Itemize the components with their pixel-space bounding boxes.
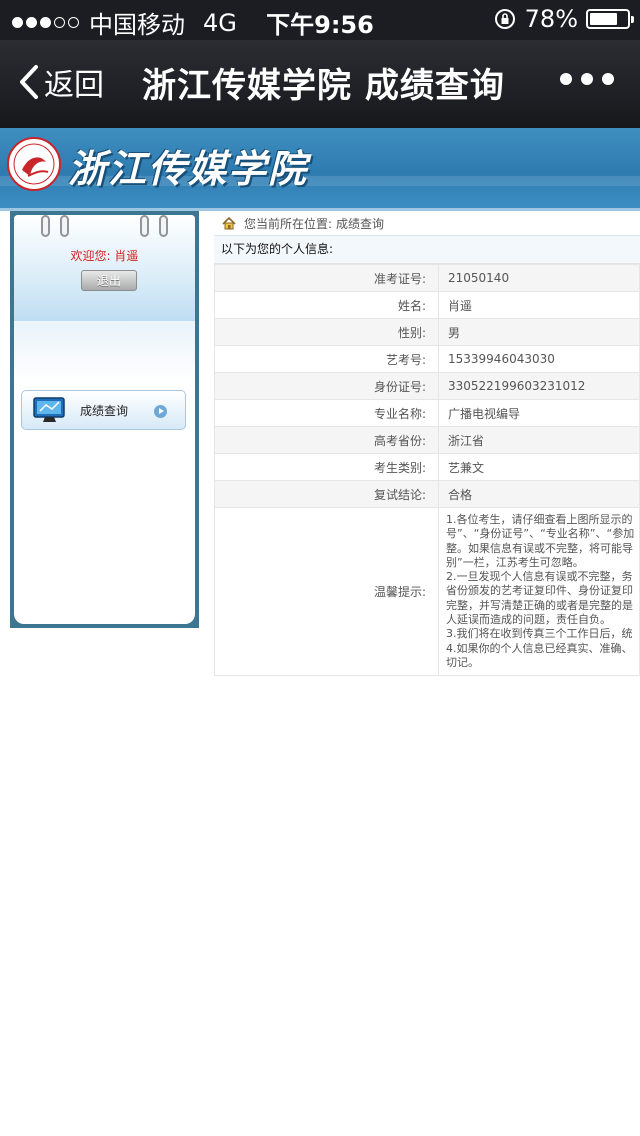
row-label: 专业名称: [214, 399, 439, 427]
welcome-label: 欢迎您: [70, 249, 111, 263]
sidebar: 欢迎您: 肖遥 退出 成绩查询 [10, 211, 199, 628]
notice-line: 别”一栏，江苏考生可忽略。 [446, 555, 584, 569]
school-banner: 浙江传媒学院 [0, 128, 640, 211]
binder-ring-icon [159, 215, 168, 237]
notice-line: 号”、“身份证号”、“专业名称”、“参加 [446, 527, 635, 541]
binder-ring-icon [140, 215, 149, 237]
binder-ring-icon [41, 215, 50, 237]
row-value: 男 [438, 318, 640, 346]
more-dots-icon[interactable] [560, 73, 614, 85]
row-value: 浙江省 [438, 426, 640, 454]
notice-line: 人延误而造成的问题，责任自负。 [446, 613, 611, 627]
status-bar: 中国移动 4G 下午9:56 78% [0, 0, 640, 40]
table-row: 姓名: 肖遥 [214, 291, 640, 319]
notice-line: 4.如果你的个人信息已经真实、准确、 [446, 641, 633, 655]
back-label: 返回 [44, 68, 104, 103]
table-row: 准考证号: 21050140 [214, 264, 640, 292]
table-row: 考生类别: 艺兼文 [214, 453, 640, 481]
notice-line: 省份颁发的艺考证复印件、身份证复印 [446, 584, 633, 598]
arrow-right-icon [154, 405, 167, 418]
row-label: 准考证号: [214, 264, 439, 292]
section-title: 以下为您的个人信息: [214, 235, 640, 264]
notice-line: 3.我们将在收到传真三个工作日后，统 [446, 627, 633, 641]
sidebar-inner: 欢迎您: 肖遥 退出 成绩查询 [14, 215, 195, 624]
user-name: 肖遥 [114, 249, 139, 263]
breadcrumb-current: 成绩查询 [336, 216, 385, 231]
chevron-left-icon [20, 65, 38, 99]
personal-info-table: 准考证号: 21050140 姓名: 肖遥 性别: 男 艺考号: 15339946043… [214, 264, 640, 677]
table-row: 性别: 男 [214, 318, 640, 346]
row-value: 330522199603231012 [438, 372, 640, 400]
binder-ring-icon [60, 215, 69, 237]
notice-text: 1.各位考生，请仔细查看上图所显示的 号”、“身份证号”、“专业名称”、“参加 … [438, 506, 640, 677]
nav-bar: 返回 浙江传媒学院 成绩查询 [0, 40, 640, 128]
notice-row: 温馨提示: 1.各位考生，请仔细查看上图所显示的 号”、“身份证号”、“专业名称… [214, 506, 640, 677]
monitor-icon [33, 397, 65, 422]
rotation-lock-icon [494, 9, 515, 29]
row-value: 艺兼文 [438, 453, 640, 481]
row-label: 复试结论: [214, 480, 439, 508]
row-value: 广播电视编导 [438, 399, 640, 427]
row-label: 艺考号: [214, 345, 439, 373]
notice-line: 整。如果信息有误或不完整，将可能导 [446, 541, 633, 555]
row-value: 15339946043030 [438, 345, 640, 373]
row-label: 性别: [214, 318, 439, 346]
row-label: 身份证号: [214, 372, 439, 400]
school-logo-icon [7, 137, 61, 191]
welcome-text: 欢迎您: 肖遥 [14, 247, 195, 264]
back-button[interactable]: 返回 [18, 60, 104, 104]
breadcrumb: 您当前所在位置: 成绩查询 [214, 211, 640, 235]
breadcrumb-prefix: 您当前所在位置: [244, 216, 333, 231]
table-row: 艺考号: 15339946043030 [214, 345, 640, 373]
notice-line: 2.一旦发现个人信息有误或不完整，务 [446, 570, 633, 584]
status-right: 78% [493, 5, 634, 33]
logout-button[interactable]: 退出 [81, 270, 137, 291]
row-value: 合格 [438, 480, 640, 508]
battery-icon [586, 9, 634, 29]
notice-line: 完整，并写清楚正确的或者是完整的是 [446, 598, 633, 612]
main-content: 您当前所在位置: 成绩查询 以下为您的个人信息: 准考证号: 21050140 姓… [214, 211, 640, 677]
battery-percent: 78% [524, 5, 578, 33]
row-value: 肖遥 [438, 291, 640, 319]
notice-label: 温馨提示: [214, 506, 439, 677]
sidebar-item-label: 成绩查询 [80, 404, 129, 418]
page-title: 浙江传媒学院 成绩查询 [142, 66, 505, 106]
table-row: 复试结论: 合格 [214, 480, 640, 508]
notice-line: 1.各位考生，请仔细查看上图所显示的 [446, 513, 633, 526]
row-label: 高考省份: [214, 426, 439, 454]
sidebar-item-score-query[interactable]: 成绩查询 [21, 390, 186, 430]
school-name: 浙江传媒学院 [68, 146, 309, 191]
row-label: 考生类别: [214, 453, 439, 481]
home-icon [222, 216, 236, 229]
table-row: 身份证号: 330522199603231012 [214, 372, 640, 400]
notice-line: 切记。 [446, 655, 479, 669]
table-row: 专业名称: 广播电视编导 [214, 399, 640, 427]
table-row: 高考省份: 浙江省 [214, 426, 640, 454]
row-value: 21050140 [438, 264, 640, 292]
row-label: 姓名: [214, 291, 439, 319]
